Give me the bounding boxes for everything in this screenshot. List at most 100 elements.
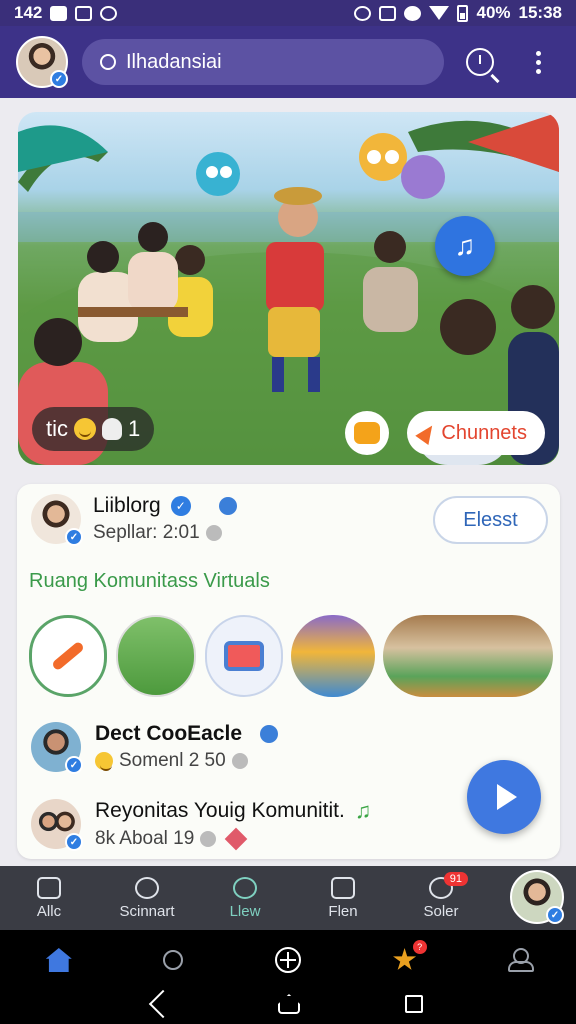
- home-button-icon[interactable]: [277, 994, 300, 1014]
- sticker-icon: [354, 422, 380, 444]
- gear-icon[interactable]: [218, 497, 237, 515]
- bolt-icon: [415, 421, 440, 445]
- reaction-chip[interactable]: tic 1: [32, 407, 155, 451]
- sync-icon: [100, 5, 118, 21]
- ghost-emoji-icon: [102, 418, 122, 440]
- verified-badge-icon: ✓: [65, 528, 83, 546]
- bottom-nav: Allc Scinnart Llew Flen Soler 91 ✓: [0, 866, 576, 930]
- profile-avatar[interactable]: ✓: [16, 36, 68, 88]
- search-input[interactable]: Ilhadansiai: [82, 39, 444, 85]
- emoji-icon: [95, 752, 113, 771]
- nav-label: Llew: [229, 902, 261, 920]
- play-icon: [497, 784, 517, 810]
- post-meta: Sepllar: 2:01: [93, 522, 200, 543]
- notification-badge: 91: [443, 872, 468, 886]
- nav-label: Scinnart: [119, 902, 175, 920]
- info-icon: [200, 831, 217, 847]
- user-icon[interactable]: [508, 948, 535, 972]
- recents-icon[interactable]: [405, 995, 424, 1013]
- gear-icon[interactable]: [260, 725, 279, 743]
- camera-icon: [135, 876, 159, 899]
- add-icon[interactable]: [274, 947, 301, 973]
- system-nav: ?: [0, 930, 576, 1024]
- status-time: 142: [14, 3, 43, 22]
- check-badge-icon: ✓: [170, 496, 191, 516]
- feed-meta: 8k Aboal 19: [95, 828, 195, 849]
- feed-title: Dect CooEacle: [95, 722, 243, 745]
- edit-icon: [331, 876, 355, 899]
- music-button[interactable]: ♫: [435, 216, 495, 276]
- status-clock: 15:38: [518, 3, 562, 22]
- image-icon: [50, 5, 68, 21]
- feed-title: Reyonitas Youig Komunitit.: [95, 799, 345, 822]
- stories-row: [29, 615, 560, 701]
- verified-badge-icon: ✓: [546, 906, 564, 924]
- status-left: 142: [14, 3, 118, 23]
- community-card: ✓ Liiblorg ✓ Sepllar: 2:01 Elesst Ruang …: [17, 484, 560, 859]
- hero-image[interactable]: tic 1 ♫ Chunnets: [18, 112, 559, 465]
- dnd-icon: [404, 5, 422, 21]
- battery-percent: 40%: [476, 3, 511, 22]
- feed-meta: Somenl 2 50: [119, 750, 226, 771]
- feed-avatar: ✓: [31, 799, 83, 851]
- favorites-button[interactable]: ?: [393, 940, 427, 972]
- feed-item[interactable]: ✓ Reyonitas Youig Komunitit. ♫ 8k Aboal …: [31, 798, 372, 851]
- author-avatar[interactable]: ✓: [31, 494, 83, 546]
- status-right: 40% 15:38: [354, 3, 562, 23]
- alarm-icon: [354, 5, 372, 21]
- feed-item[interactable]: ✓ Dect CooEacle Somenl 2 50: [31, 722, 279, 774]
- search-icon: [100, 54, 116, 70]
- verified-badge-icon: ✓: [65, 833, 83, 851]
- battery-icon: [457, 4, 469, 22]
- smile-emoji-icon: [74, 418, 96, 440]
- channels-button[interactable]: Chunnets: [407, 411, 545, 455]
- story-item[interactable]: [29, 615, 107, 697]
- nav-item-home[interactable]: Allc: [0, 866, 98, 930]
- music-note-icon: ♫: [354, 798, 372, 823]
- nav-item-scan[interactable]: Scinnart: [98, 866, 196, 930]
- search-icon: [233, 876, 257, 899]
- more-menu-button[interactable]: [516, 40, 560, 84]
- reaction-chip-label: tic: [46, 416, 68, 441]
- history-search-button[interactable]: [458, 40, 502, 84]
- story-item[interactable]: [291, 615, 375, 697]
- heart-icon[interactable]: [224, 827, 248, 851]
- home-icon[interactable]: [45, 948, 72, 972]
- status-bar: 142 40% 15:38: [0, 0, 576, 26]
- nav-label: Flen: [328, 902, 358, 920]
- section-title: Ruang Komunitass Virtuals: [29, 570, 270, 592]
- bluetooth-icon: [379, 5, 397, 21]
- star-badge: ?: [412, 940, 427, 954]
- nav-item-view[interactable]: Llew: [196, 866, 294, 930]
- info-icon: [205, 525, 222, 541]
- home-icon: [37, 876, 61, 899]
- verified-badge-icon: ✓: [50, 70, 68, 88]
- story-item[interactable]: [383, 615, 553, 697]
- android-nav: [0, 984, 576, 1024]
- message-icon: [75, 5, 93, 21]
- follow-label: Elesst: [463, 508, 518, 531]
- top-header: ✓ Ilhadansiai: [0, 26, 576, 98]
- clock-search-icon: [466, 48, 494, 76]
- verified-badge-icon: ✓: [65, 756, 83, 774]
- search-text: Ilhadansiai: [126, 50, 222, 73]
- frame-icon: [224, 641, 264, 671]
- follow-button[interactable]: Elesst: [433, 496, 548, 544]
- nav-label: Soler: [423, 902, 459, 920]
- author-name[interactable]: Liiblorg: [93, 494, 161, 518]
- star-icon: [393, 948, 417, 970]
- reaction-count: 1: [128, 416, 141, 441]
- back-icon[interactable]: [148, 989, 177, 1019]
- info-icon: [231, 753, 248, 769]
- search-icon[interactable]: [163, 950, 184, 970]
- nav-item-chat[interactable]: Soler 91: [392, 866, 490, 930]
- bolt-icon: [50, 640, 86, 672]
- wifi-icon: [429, 6, 450, 20]
- story-item[interactable]: [205, 615, 283, 697]
- nav-profile-avatar[interactable]: ✓: [510, 870, 564, 924]
- story-item[interactable]: [116, 615, 196, 697]
- play-fab-button[interactable]: [467, 760, 541, 834]
- sticker-button[interactable]: [345, 411, 389, 455]
- nav-label: Allc: [36, 902, 62, 920]
- nav-item-edit[interactable]: Flen: [294, 866, 392, 930]
